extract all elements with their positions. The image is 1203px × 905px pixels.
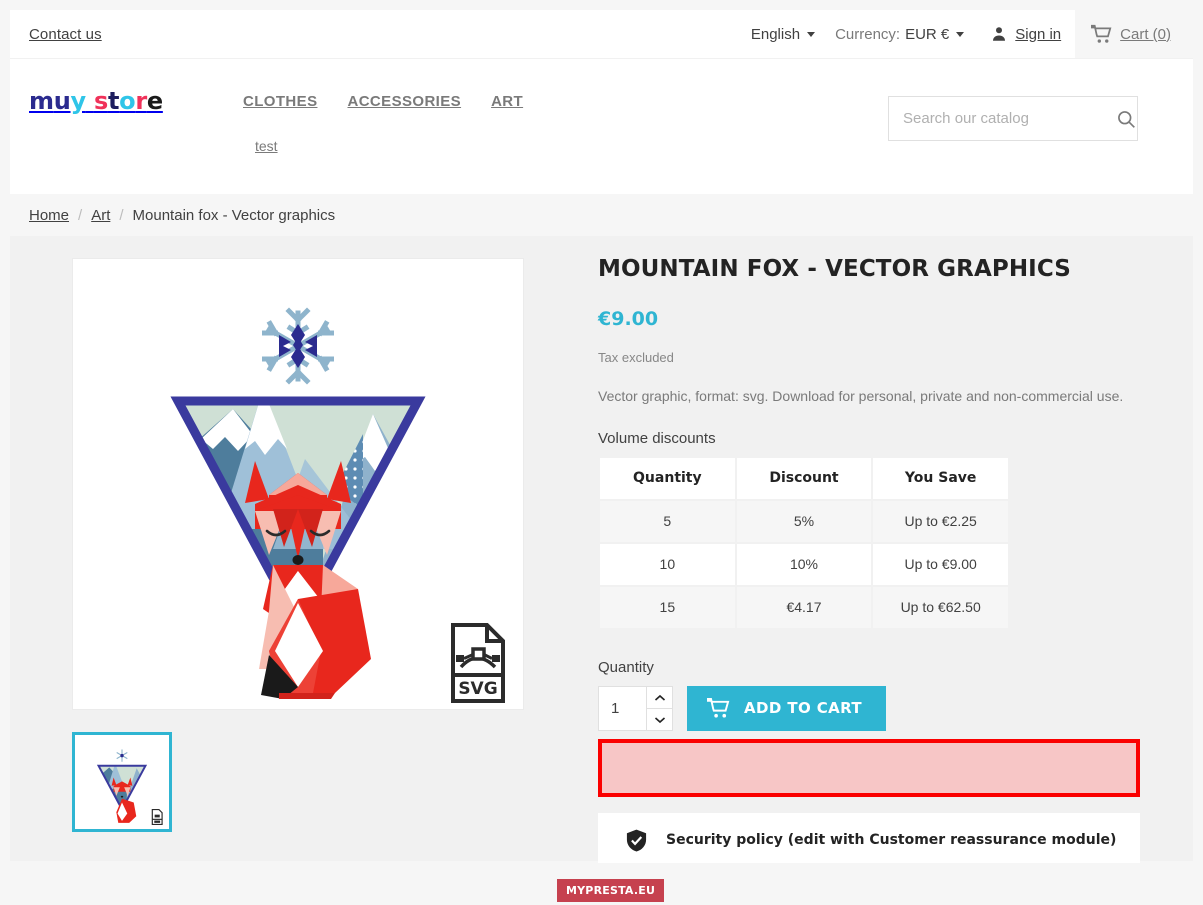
logo-letter-s: s	[93, 87, 108, 115]
column-header-you-save: You Save	[873, 457, 1008, 499]
policy-label-security: Security policy (edit with Customer reas…	[666, 832, 1117, 849]
product-gallery: SVG	[72, 258, 524, 832]
product-description: Vector graphic, format: svg. Download fo…	[598, 387, 1124, 404]
sign-in-link[interactable]: Sign in	[974, 10, 1075, 58]
store-logo[interactable]: muy store	[29, 87, 163, 115]
column-header-quantity: Quantity	[600, 457, 735, 499]
contact-us-link[interactable]: Contact us	[29, 26, 102, 43]
cell-you-save: Up to €2.25	[873, 500, 1008, 542]
quantity-decrement-button[interactable]	[646, 708, 673, 731]
chevron-down-icon	[956, 31, 965, 37]
cell-you-save: Up to €9.00	[873, 543, 1008, 585]
svg-file-badge: SVG	[451, 623, 505, 703]
volume-discounts-table: Quantity Discount You Save 5 5% Up to €2…	[598, 456, 1010, 630]
cell-you-save: Up to €62.50	[873, 586, 1008, 628]
sign-in-label: Sign in	[1015, 25, 1062, 43]
main-navigation: CLOTHES ACCESSORIES ART test	[243, 93, 843, 156]
quantity-input[interactable]	[598, 685, 646, 731]
product-main-image[interactable]: SVG	[72, 258, 524, 710]
highlighted-alert-box[interactable]	[598, 738, 1140, 797]
search-button[interactable]	[1116, 109, 1150, 129]
column-header-discount: Discount	[736, 457, 872, 499]
logo-letter-o: o	[119, 87, 136, 115]
tax-note: Tax excluded	[598, 349, 674, 365]
search-box[interactable]	[888, 96, 1138, 141]
logo-letter-u: u	[53, 87, 71, 115]
policy-row-security[interactable]: Security policy (edit with Customer reas…	[598, 812, 1140, 869]
quantity-stepper[interactable]	[598, 685, 673, 731]
logo-letter-m: m	[29, 87, 54, 115]
breadcrumb: Home / Art / Mountain fox - Vector graph…	[10, 194, 1193, 236]
mypresta-badge[interactable]: MYPRESTA.EU	[557, 879, 665, 902]
svg-text:SVG: SVG	[458, 679, 497, 699]
mountain-fox-artwork: SVG	[73, 259, 523, 709]
chevron-up-icon	[654, 690, 666, 705]
cell-quantity: 10	[600, 543, 735, 585]
currency-value: EUR €	[905, 25, 950, 43]
chevron-down-icon	[654, 712, 666, 727]
thumbnail-item-1[interactable]	[72, 732, 172, 832]
product-price: €9.00	[598, 307, 659, 330]
search-icon	[1116, 109, 1136, 129]
fox-nose	[292, 555, 304, 565]
quantity-stepper-buttons	[646, 685, 673, 731]
quantity-label: Quantity	[598, 658, 654, 676]
logo-letter-r: r	[135, 87, 147, 115]
logo-letter-e: e	[146, 87, 163, 115]
user-icon	[990, 25, 1008, 43]
table-row: 5 5% Up to €2.25	[600, 500, 1008, 542]
add-to-cart-label: ADD TO CART	[744, 699, 863, 718]
breadcrumb-separator: /	[119, 206, 124, 224]
nav-top-row: CLOTHES ACCESSORIES ART	[243, 93, 843, 110]
nav-second-row: test	[243, 138, 843, 156]
nav-item-accessories[interactable]: ACCESSORIES	[347, 93, 461, 110]
breadcrumb-separator: /	[78, 206, 83, 224]
nav-item-clothes[interactable]: CLOTHES	[243, 93, 317, 110]
breadcrumb-item-art[interactable]: Art	[91, 207, 110, 224]
table-row: 15 €4.17 Up to €62.50	[600, 586, 1008, 628]
currency-label: Currency:	[835, 25, 901, 43]
nav-item-test[interactable]: test	[255, 138, 278, 154]
thumbnail-artwork	[78, 738, 166, 826]
chevron-down-icon	[807, 31, 816, 37]
nav-item-art[interactable]: ART	[491, 93, 523, 110]
breadcrumb-item-home[interactable]: Home	[29, 207, 69, 224]
table-header-row: Quantity Discount You Save	[600, 457, 1008, 499]
shield-check-icon	[624, 828, 649, 853]
purchase-row: ADD TO CART	[598, 685, 1158, 731]
cell-discount: 10%	[736, 543, 872, 585]
cell-discount: €4.17	[736, 586, 872, 628]
breadcrumb-item-current: Mountain fox - Vector graphics	[132, 206, 336, 224]
language-label: English	[750, 25, 801, 43]
product-details: MOUNTAIN FOX - VECTOR GRAPHICS €9.00 Tax…	[598, 256, 1158, 905]
top-bar: Contact us English Currency: EUR € Sign	[10, 10, 1193, 58]
page-title: MOUNTAIN FOX - VECTOR GRAPHICS	[598, 256, 1071, 282]
volume-discounts-label: Volume discounts	[598, 429, 716, 447]
cart-label: Cart (0)	[1120, 25, 1171, 43]
quantity-increment-button[interactable]	[646, 685, 673, 709]
logo-letter-y: y	[70, 87, 87, 115]
cell-quantity: 5	[600, 500, 735, 542]
thumbnail-list	[72, 732, 524, 832]
logo-letter-t: t	[107, 87, 120, 115]
site-header: muy store CLOTHES ACCESSORIES ART test	[10, 58, 1193, 194]
add-to-cart-button[interactable]: ADD TO CART	[687, 685, 887, 731]
currency-selector[interactable]: Currency: EUR €	[825, 10, 974, 58]
search-input[interactable]	[889, 110, 1116, 127]
table-row: 10 10% Up to €9.00	[600, 543, 1008, 585]
product-page: Contact us English Currency: EUR € Sign	[0, 0, 1203, 905]
language-selector[interactable]: English	[741, 10, 825, 58]
top-bar-right: English Currency: EUR € Sign in Cart (0)	[741, 10, 1193, 58]
shopping-cart-icon	[707, 697, 730, 720]
cell-discount: 5%	[736, 500, 872, 542]
shopping-cart-icon	[1091, 24, 1112, 45]
cart-button[interactable]: Cart (0)	[1075, 10, 1193, 58]
cell-quantity: 15	[600, 586, 735, 628]
